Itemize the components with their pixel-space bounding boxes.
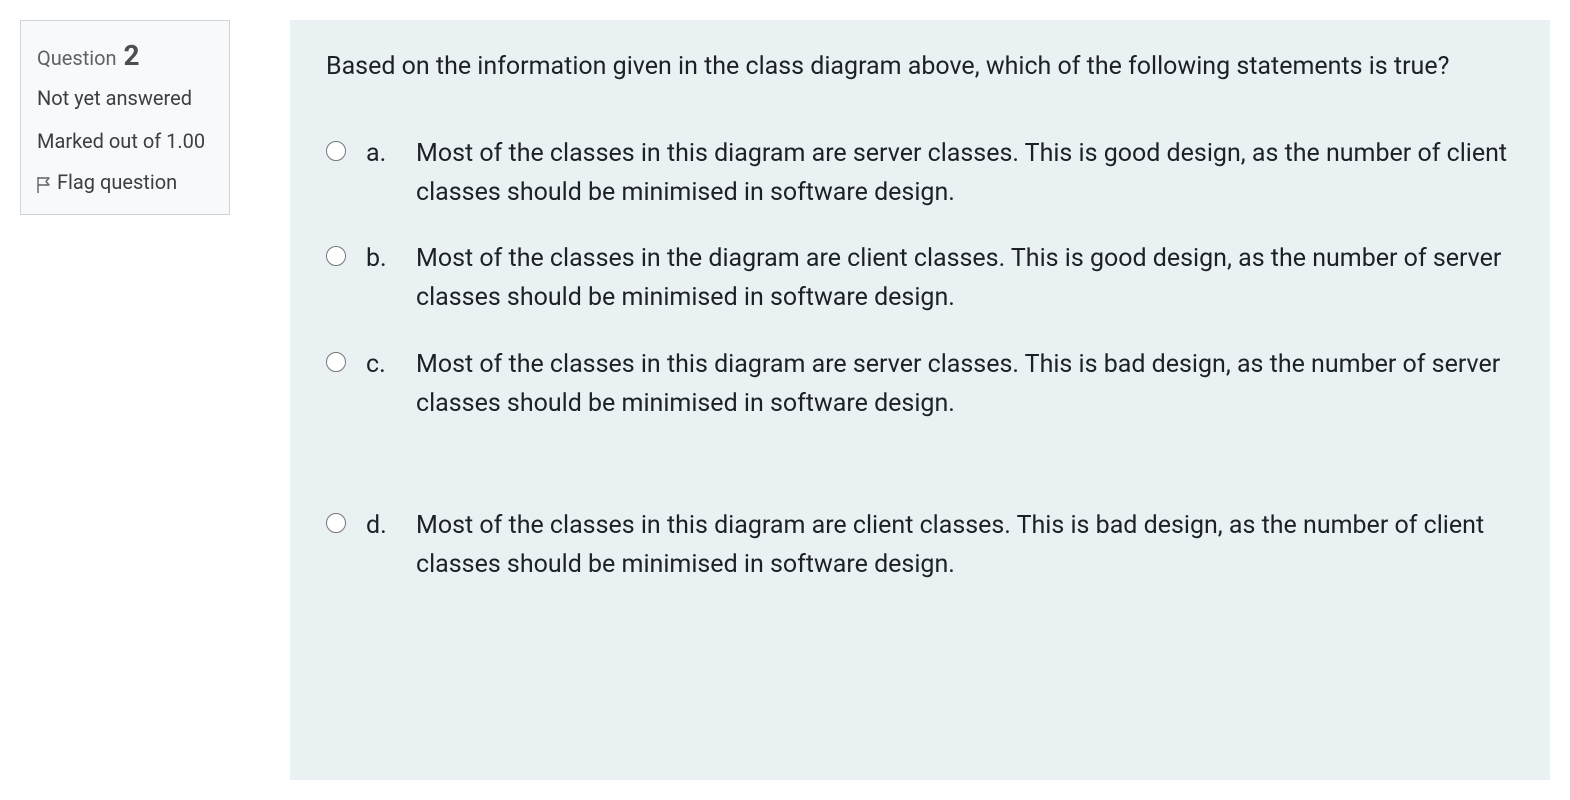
answer-text: Most of the classes in this diagram are … bbox=[416, 346, 1514, 424]
radio-wrap bbox=[326, 346, 346, 377]
answer-text: Most of the classes in this diagram are … bbox=[416, 135, 1514, 213]
question-info-panel: Question 2 Not yet answered Marked out o… bbox=[20, 20, 230, 215]
flag-label: Flag question bbox=[57, 170, 177, 194]
radio-wrap bbox=[326, 240, 346, 271]
answer-status: Not yet answered bbox=[37, 84, 213, 113]
flag-question-link[interactable]: Flag question bbox=[37, 170, 213, 194]
question-number: 2 bbox=[124, 39, 140, 72]
answer-text: Most of the classes in the diagram are c… bbox=[416, 240, 1514, 318]
question-content-panel: Based on the information given in the cl… bbox=[290, 20, 1550, 780]
answer-letter: c. bbox=[366, 346, 396, 385]
answer-radio-b[interactable] bbox=[326, 246, 346, 266]
answer-radio-d[interactable] bbox=[326, 513, 346, 533]
marks-info: Marked out of 1.00 bbox=[37, 127, 213, 156]
flag-icon bbox=[37, 174, 51, 190]
answer-option-a[interactable]: a. Most of the classes in this diagram a… bbox=[326, 135, 1514, 213]
page-layout: Question 2 Not yet answered Marked out o… bbox=[20, 20, 1550, 780]
answer-letter: a. bbox=[366, 135, 396, 174]
answer-text: Most of the classes in this diagram are … bbox=[416, 507, 1514, 585]
answers-list: a. Most of the classes in this diagram a… bbox=[326, 135, 1514, 585]
answer-option-b[interactable]: b. Most of the classes in the diagram ar… bbox=[326, 240, 1514, 318]
answer-option-c[interactable]: c. Most of the classes in this diagram a… bbox=[326, 346, 1514, 424]
answer-radio-a[interactable] bbox=[326, 141, 346, 161]
radio-wrap bbox=[326, 507, 346, 538]
question-header: Question 2 bbox=[37, 39, 213, 72]
radio-wrap bbox=[326, 135, 346, 166]
answer-letter: d. bbox=[366, 507, 396, 546]
answer-letter: b. bbox=[366, 240, 396, 279]
question-text: Based on the information given in the cl… bbox=[326, 48, 1514, 87]
answer-option-d[interactable]: d. Most of the classes in this diagram a… bbox=[326, 507, 1514, 585]
answer-radio-c[interactable] bbox=[326, 352, 346, 372]
question-label: Question bbox=[37, 46, 117, 70]
